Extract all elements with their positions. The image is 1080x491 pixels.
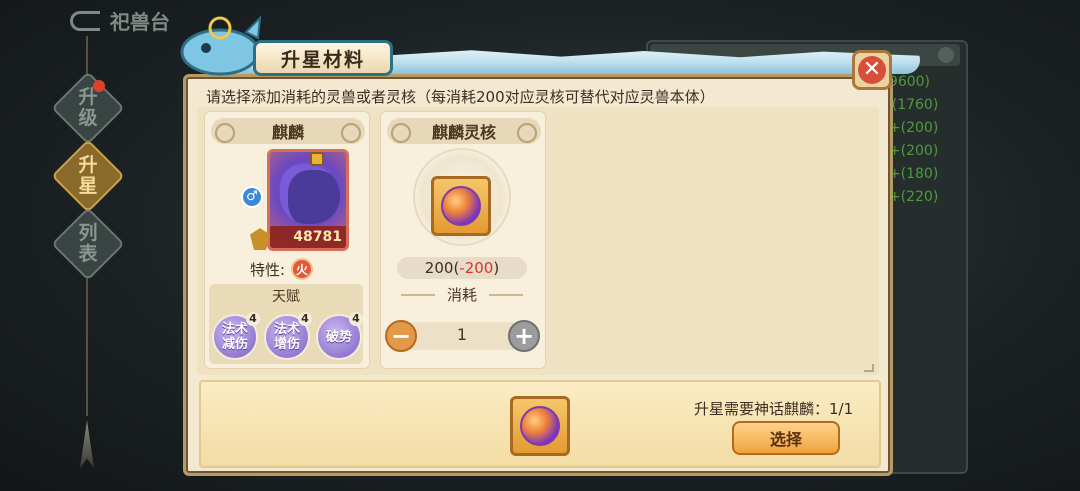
beast-portrait[interactable]: 48781 xyxy=(267,149,349,251)
qilin-avatar-icon xyxy=(280,164,340,224)
select-button[interactable]: 选择 xyxy=(732,421,840,455)
screen-title: 祀兽台 xyxy=(70,6,170,35)
notice-dot-icon xyxy=(93,80,105,92)
spirit-core-icon xyxy=(520,406,560,446)
core-amount: 200(-200) xyxy=(397,257,527,279)
tab-upgrade-label: 升级 xyxy=(78,86,98,129)
tab-list-label: 列表 xyxy=(78,222,98,265)
quantity-value[interactable]: 1 xyxy=(440,325,484,344)
increase-button[interactable]: + xyxy=(508,320,540,352)
screen-title-text: 祀兽台 xyxy=(110,10,170,34)
talent-level: 4 xyxy=(246,312,260,326)
dialog-title: 升星材料 xyxy=(253,40,393,76)
core-owned: 200 xyxy=(424,259,454,277)
beast-power: 48781 xyxy=(270,226,346,248)
instruction-text: 请选择添加消耗的灵兽或者灵核（每消耗200对应灵核可替代对应灵兽本体） xyxy=(206,88,715,106)
back-arrow-icon[interactable] xyxy=(70,10,100,31)
core-name: 麒麟灵核 xyxy=(387,118,541,144)
tab-star-up-label: 升星 xyxy=(78,154,98,197)
core-change: -200 xyxy=(459,259,494,277)
close-icon: ✕ xyxy=(858,56,886,84)
close-button[interactable]: ✕ xyxy=(852,50,892,90)
fire-element-icon: 火 xyxy=(291,258,314,280)
spirit-core-icon xyxy=(441,186,481,226)
whale-mascot-icon xyxy=(180,15,262,76)
lock-icon xyxy=(310,152,324,166)
trait-row: 特性: 火 xyxy=(250,258,314,280)
male-gender-icon: ♂ xyxy=(241,186,263,208)
consume-label: 消耗 xyxy=(397,284,527,305)
trait-label: 特性: xyxy=(250,260,286,279)
beast-name: 麒麟 xyxy=(211,118,365,144)
talent-level: 4 xyxy=(349,312,363,326)
resize-corner-icon xyxy=(864,364,874,372)
search-icon xyxy=(938,47,954,63)
requirement-text: 升星需要神话麒麟：1/1 xyxy=(694,400,854,418)
brush-tip-icon xyxy=(80,420,94,468)
selected-core-slot[interactable] xyxy=(510,396,570,456)
talent-title: 天赋 xyxy=(272,289,300,305)
plus-icon: + xyxy=(513,322,535,350)
decrease-button[interactable]: − xyxy=(385,320,417,352)
minus-icon: − xyxy=(390,322,412,350)
core-item[interactable] xyxy=(431,176,491,236)
talent-level: 4 xyxy=(298,312,312,326)
